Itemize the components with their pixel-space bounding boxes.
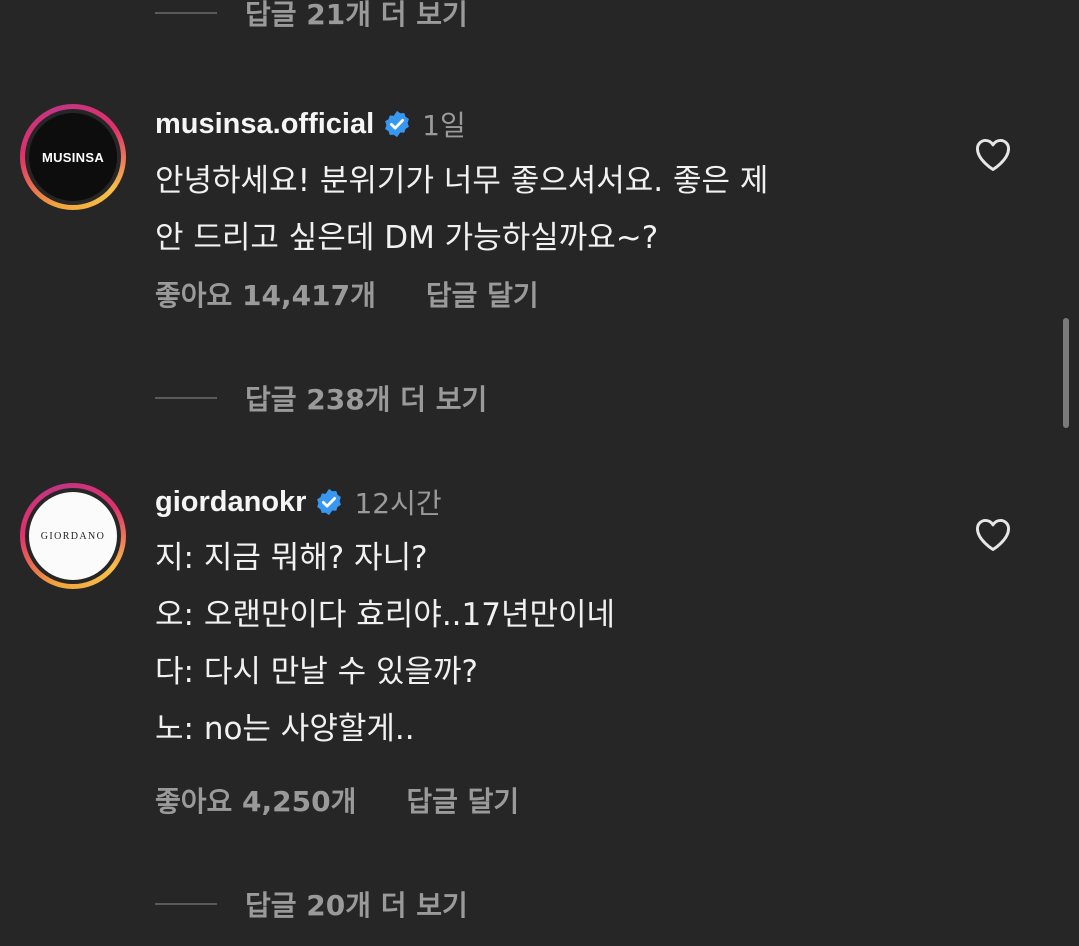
replies-divider-line: [155, 397, 217, 399]
reply-button[interactable]: 답글 달기: [426, 274, 539, 314]
view-replies-label: 답글 20개 더 보기: [245, 889, 468, 922]
avatar[interactable]: GIORDANO: [20, 483, 126, 589]
reply-button[interactable]: 답글 달기: [406, 780, 519, 820]
replies-divider-line: [155, 12, 217, 14]
view-replies-button[interactable]: 답글 238개 더 보기: [155, 378, 487, 418]
avatar-logo: MUSINSA: [29, 113, 117, 201]
like-count[interactable]: 좋아요 4,250개: [155, 780, 356, 820]
view-replies-label: 답글 21개 더 보기: [245, 0, 468, 31]
view-replies-button[interactable]: 답글 20개 더 보기: [155, 884, 468, 924]
verified-badge-icon: [385, 110, 410, 138]
view-replies-button-top[interactable]: 답글 21개 더 보기: [155, 0, 468, 33]
comment-header: giordanokr 12시간: [155, 482, 442, 522]
username[interactable]: musinsa.official: [155, 108, 374, 141]
avatar[interactable]: MUSINSA: [20, 104, 126, 210]
comment-line: 오: 오랜만이다 효리야..17년만이네: [155, 597, 616, 633]
scrollbar[interactable]: [1063, 318, 1069, 428]
comment-line: 안녕하세요! 분위기가 너무 좋으셔서요. 좋은 제: [155, 163, 769, 199]
heart-icon[interactable]: [973, 136, 1013, 172]
comment-time: 1일: [422, 109, 466, 142]
view-replies-label: 답글 238개 더 보기: [245, 383, 488, 416]
comment-time: 12시간: [354, 487, 442, 520]
comment-line: 노: no는 사양할게..: [155, 711, 415, 747]
comment-text: 안녕하세요! 분위기가 너무 좋으셔서요. 좋은 제 안 드리고 싶은데 DM …: [155, 153, 915, 267]
comment-line: 지: 지금 뭐해? 자니?: [155, 540, 428, 576]
replies-divider-line: [155, 903, 217, 905]
username[interactable]: giordanokr: [155, 486, 306, 519]
comments-screen: 답글 21개 더 보기 MUSINSA musinsa.official 1일 …: [0, 0, 1079, 946]
comment-text: 지: 지금 뭐해? 자니? 오: 오랜만이다 효리야..17년만이네 다: 다시…: [155, 530, 915, 758]
comment-meta: 좋아요 14,417개 답글 달기: [155, 274, 539, 314]
comment-header: musinsa.official 1일: [155, 104, 466, 144]
comment-meta: 좋아요 4,250개 답글 달기: [155, 780, 519, 820]
avatar-logo: GIORDANO: [29, 492, 117, 580]
comment-line: 다: 다시 만날 수 있을까?: [155, 654, 478, 690]
heart-icon[interactable]: [973, 516, 1013, 552]
comment-line: 안 드리고 싶은데 DM 가능하실까요~?: [155, 220, 659, 256]
like-count[interactable]: 좋아요 14,417개: [155, 274, 376, 314]
verified-badge-icon: [317, 488, 342, 516]
